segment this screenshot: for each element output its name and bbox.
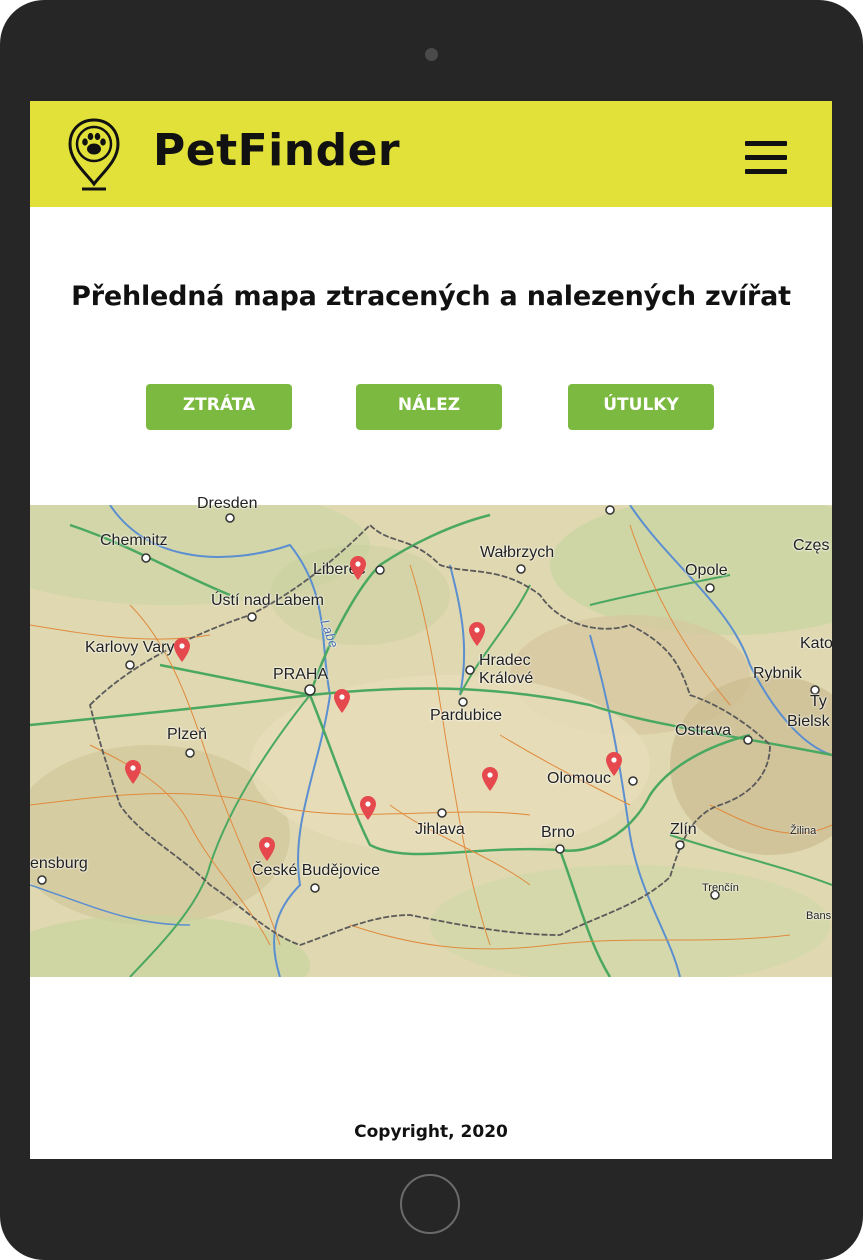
- map-marker-icon[interactable]: [349, 555, 367, 581]
- map-marker-icon[interactable]: [605, 751, 623, 777]
- map-label-zilina: Žilina: [790, 825, 817, 837]
- map-label-pardubice: Pardubice: [430, 707, 503, 724]
- home-button[interactable]: [400, 1174, 460, 1234]
- paw-location-pin-icon[interactable]: [66, 117, 122, 191]
- map-label-praha: PRAHA: [273, 666, 329, 683]
- map-label-ostrava: Ostrava: [675, 722, 732, 739]
- map-label-czestochowa: Częs: [793, 537, 830, 554]
- map-marker-icon[interactable]: [359, 795, 377, 821]
- header-bar: PetFinder: [30, 101, 832, 207]
- map-label-opole: Opole: [685, 562, 728, 579]
- lost-button[interactable]: ZTRÁTA: [146, 384, 292, 430]
- map-label-dresden: Dresden: [197, 495, 258, 512]
- map-marker-icon[interactable]: [333, 688, 351, 714]
- map-label-hradec: Hradec: [479, 652, 531, 669]
- found-button[interactable]: NÁLEZ: [356, 384, 502, 430]
- map-label-olomouc: Olomouc: [547, 770, 612, 787]
- map-label-banska: Bans: [806, 910, 832, 922]
- tablet-frame: PetFinder Přehledná mapa ztracených a na…: [0, 0, 863, 1260]
- map-label-katowice: Kato: [800, 635, 832, 652]
- map-marker-icon[interactable]: [481, 766, 499, 792]
- map-label-tychy: Ty: [810, 693, 827, 710]
- menu-line: [745, 155, 787, 160]
- menu-line: [745, 169, 787, 174]
- map-marker-icon[interactable]: [173, 637, 191, 663]
- map-label-usti-nad-labem: Ústí nad Labem: [211, 592, 324, 609]
- camera-icon: [425, 48, 438, 61]
- map-marker-icon[interactable]: [258, 836, 276, 862]
- hamburger-menu-icon[interactable]: [745, 141, 789, 175]
- map-marker-icon[interactable]: [124, 759, 142, 785]
- map-label-trencin: Trenčín: [702, 882, 739, 894]
- map-label-zlin: Zlín: [670, 821, 697, 838]
- map-label-jihlava: Jihlava: [415, 821, 465, 838]
- map[interactable]: Dresden Chemnitz Liberec Wałbrzych Częs …: [30, 495, 832, 977]
- map-label-rybnik: Rybnik: [753, 665, 802, 682]
- map-label-regensburg: ensburg: [30, 855, 88, 872]
- brand-name[interactable]: PetFinder: [153, 125, 400, 176]
- map-label-kralove: Králové: [479, 670, 534, 687]
- map-marker-icon[interactable]: [468, 621, 486, 647]
- map-label-bielsko: Bielsk: [787, 713, 830, 730]
- map-label-walbrzych: Wałbrzych: [480, 544, 555, 561]
- map-label-brno: Brno: [541, 824, 575, 841]
- footer-copyright: Copyright, 2020: [354, 1122, 508, 1142]
- shelters-button[interactable]: ÚTULKY: [568, 384, 714, 430]
- map-label-chemnitz: Chemnitz: [100, 532, 168, 549]
- map-label-plzen: Plzeň: [167, 726, 208, 743]
- page-title: Přehledná mapa ztracených a nalezených z…: [71, 281, 791, 312]
- screen: PetFinder Přehledná mapa ztracených a na…: [30, 101, 832, 1159]
- map-label-ceske-budejovice: České Budějovice: [252, 862, 381, 879]
- menu-line: [745, 141, 787, 146]
- map-label-karlovy-vary: Karlovy Vary: [85, 639, 175, 656]
